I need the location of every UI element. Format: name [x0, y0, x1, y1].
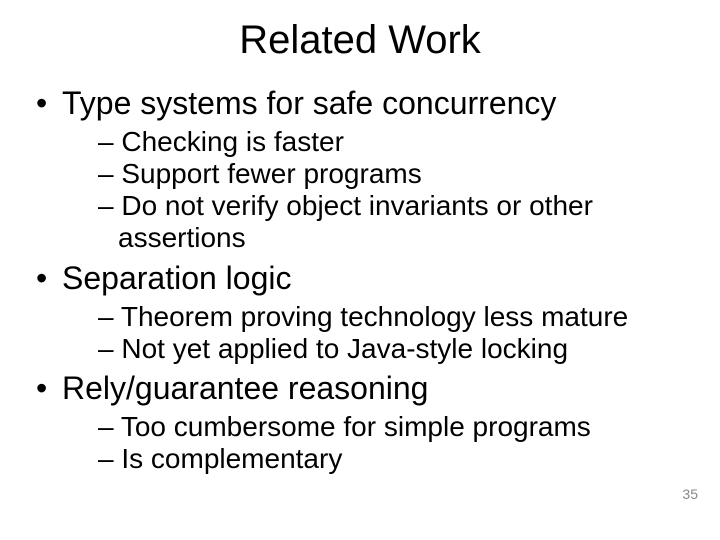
bullet-dot-icon: •: [36, 85, 62, 122]
sub-item: Theorem proving technology less mature: [98, 301, 668, 333]
slide-title: Related Work: [0, 18, 720, 63]
bullet-dot-icon: •: [36, 260, 62, 297]
bullet-dot-icon: •: [36, 370, 62, 407]
slide-body: •Type systems for safe concurrency Check…: [0, 85, 720, 475]
bullet-item: •Rely/guarantee reasoning: [36, 370, 678, 407]
sub-list: Too cumbersome for simple programs Is co…: [36, 411, 678, 475]
bullet-item: •Type systems for safe concurrency: [36, 85, 678, 122]
sub-item: Support fewer programs: [98, 158, 668, 190]
sub-item: Checking is faster: [98, 126, 668, 158]
page-number: 35: [682, 486, 698, 502]
sub-item: Is complementary: [98, 443, 668, 475]
sub-list: Theorem proving technology less mature N…: [36, 301, 678, 365]
bullet-text: Type systems for safe concurrency: [62, 85, 556, 121]
bullet-text: Rely/guarantee reasoning: [62, 370, 428, 406]
bullet-item: •Separation logic: [36, 260, 678, 297]
slide: Related Work •Type systems for safe conc…: [0, 18, 720, 540]
sub-list: Checking is faster Support fewer program…: [36, 126, 678, 254]
sub-item: Do not verify object invariants or other…: [98, 190, 668, 254]
sub-item: Too cumbersome for simple programs: [98, 411, 668, 443]
sub-item: Not yet applied to Java-style locking: [98, 333, 668, 365]
bullet-text: Separation logic: [62, 260, 291, 296]
